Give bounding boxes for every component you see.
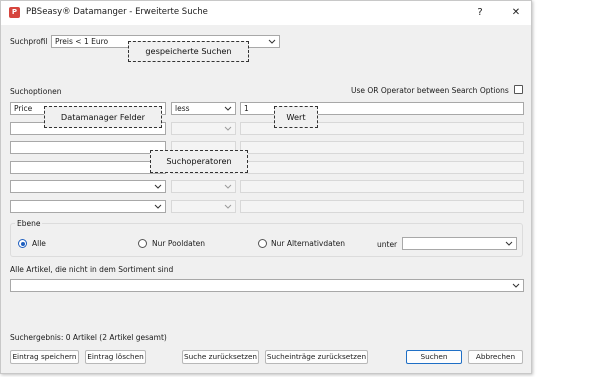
search-field-value: Price (14, 104, 33, 113)
reset-search-button[interactable]: Suche zurücksetzen (182, 350, 259, 364)
search-button[interactable]: Suchen (406, 350, 462, 364)
or-operator-checkbox[interactable] (514, 85, 523, 94)
search-field-dropdown[interactable] (10, 141, 166, 154)
operator-dropdown (171, 200, 236, 213)
help-button[interactable]: ? (467, 4, 493, 22)
suchprofil-value: Preis < 1 Euro (55, 37, 109, 46)
operator-dropdown (171, 122, 236, 135)
sortiment-label: Alle Artikel, die nicht in dem Sortiment… (10, 265, 174, 274)
suchprofil-label: Suchprofil (10, 37, 48, 46)
save-entry-button[interactable]: Eintrag speichern (10, 350, 79, 364)
callout-search-operators: Suchoperatoren (150, 150, 248, 173)
operator-dropdown (171, 180, 236, 193)
callout-datamanager-fields: Datamanager Felder (44, 106, 162, 128)
chevron-down-icon (268, 37, 276, 46)
radio-nur-alternativdaten-label: Nur Alternativdaten (271, 239, 346, 248)
unter-dropdown[interactable] (402, 237, 517, 250)
callout-saved-searches: gespeicherte Suchen (128, 41, 249, 62)
chevron-down-icon (224, 124, 232, 133)
app-logo-icon: P (9, 7, 20, 18)
search-dialog: P PBSeasy® Datamanger - Erweiterte Suche… (0, 0, 532, 374)
search-value-input (240, 141, 524, 154)
chevron-down-icon (224, 182, 232, 191)
close-button[interactable]: ✕ (503, 4, 529, 22)
or-operator-label: Use OR Operator between Search Options (351, 86, 509, 95)
radio-nur-pooldaten-label: Nur Pooldaten (152, 239, 206, 248)
suchoptionen-label: Suchoptionen (10, 87, 62, 96)
chevron-down-icon (224, 202, 232, 211)
radio-nur-alternativdaten[interactable] (258, 239, 267, 248)
search-field-dropdown[interactable] (10, 180, 166, 193)
radio-nur-pooldaten[interactable] (138, 239, 147, 248)
radio-alle[interactable] (18, 239, 27, 248)
title-bar: P PBSeasy® Datamanger - Erweiterte Suche… (1, 1, 531, 25)
operator-dropdown[interactable]: less (171, 102, 236, 115)
chevron-down-icon (154, 182, 162, 191)
search-value-input (240, 200, 524, 213)
chevron-down-icon (505, 239, 513, 248)
reset-entries-button[interactable]: Sucheinträge zurücksetzen (265, 350, 368, 364)
window-title: PBSeasy® Datamanger - Erweiterte Suche (26, 7, 208, 17)
search-value-input (240, 180, 524, 193)
sortiment-dropdown[interactable] (10, 279, 524, 292)
delete-entry-button[interactable]: Eintrag löschen (85, 350, 146, 364)
chevron-down-icon (154, 202, 162, 211)
search-field-dropdown[interactable] (10, 161, 166, 174)
operator-value: less (175, 104, 190, 113)
radio-alle-label: Alle (32, 239, 46, 248)
result-text: Suchergebnis: 0 Artikel (2 Artikel gesam… (10, 333, 167, 342)
unter-label: unter (377, 240, 398, 249)
search-field-dropdown[interactable] (10, 200, 166, 213)
cancel-button[interactable]: Abbrechen (468, 350, 523, 364)
ebene-label: Ebene (15, 219, 43, 229)
callout-value: Wert (274, 106, 318, 128)
chevron-down-icon (512, 281, 520, 290)
chevron-down-icon (224, 104, 232, 113)
search-value-input (240, 161, 524, 174)
search-value-text: 1 (244, 104, 249, 113)
